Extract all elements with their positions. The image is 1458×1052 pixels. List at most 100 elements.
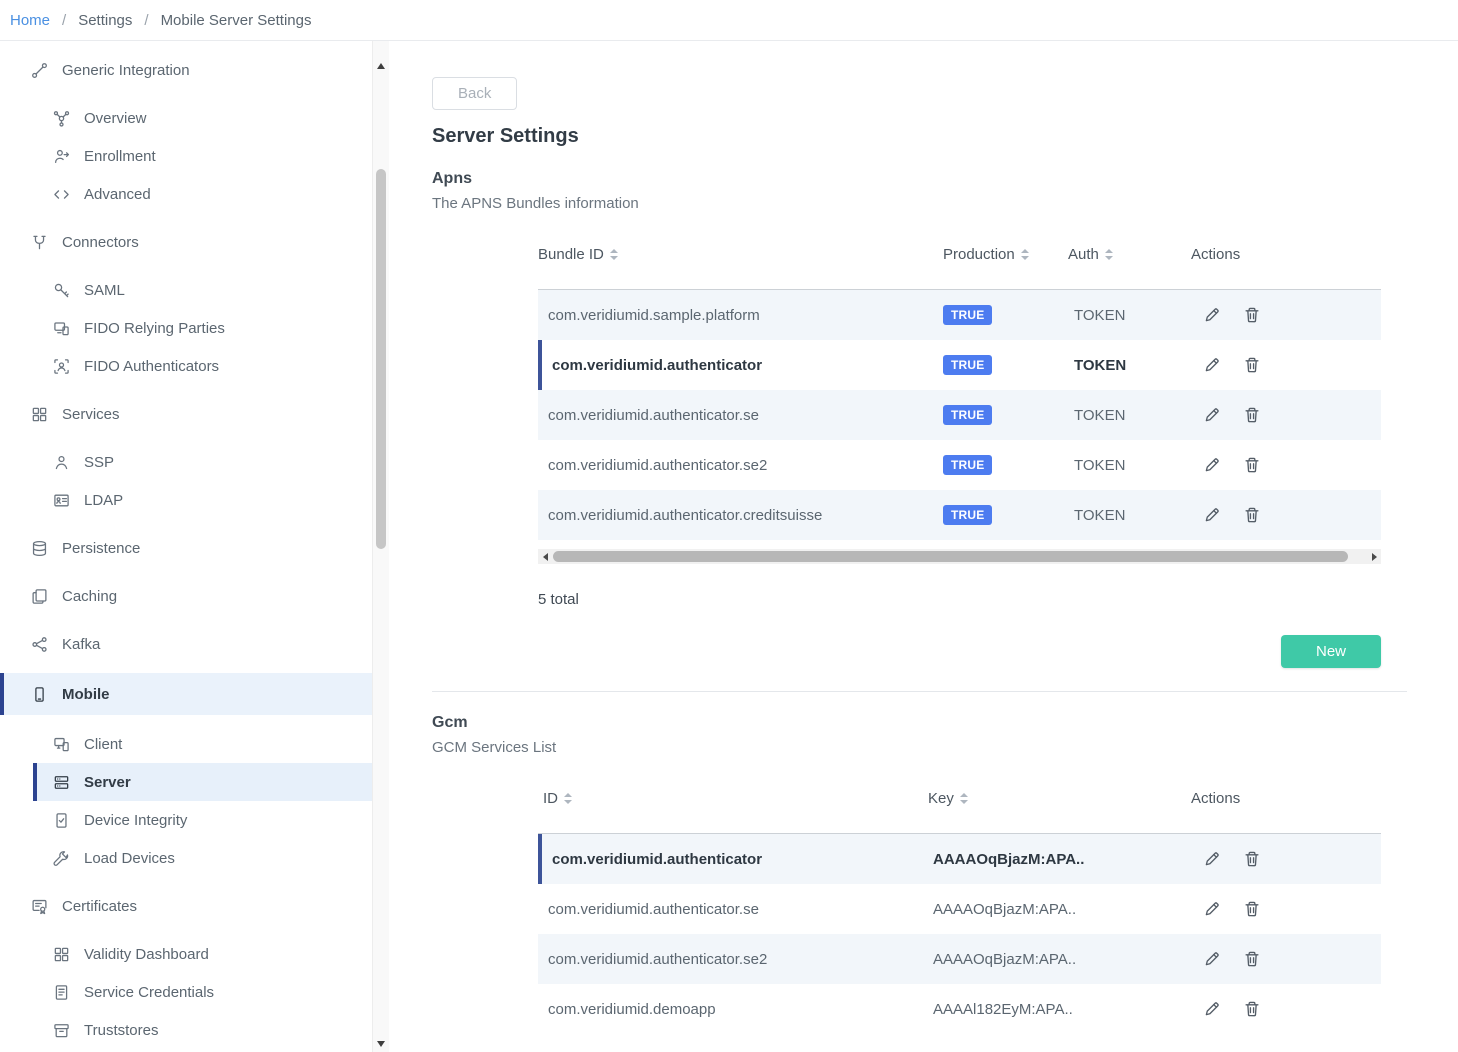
production-cell: TRUE (943, 355, 1068, 375)
sidebar-item-label: Device Integrity (84, 812, 187, 829)
breadcrumb-home-link[interactable]: Home (10, 12, 50, 29)
sidebar-item-fido-authenticators[interactable]: FIDO Authenticators (0, 347, 372, 385)
connectors-icon (30, 234, 48, 251)
sidebar-item-ldap[interactable]: LDAP (0, 481, 372, 519)
sidebar-item-ssp[interactable]: SSP (0, 443, 372, 481)
edit-icon[interactable] (1203, 506, 1221, 524)
sidebar-item-label: Load Devices (84, 850, 175, 867)
edit-icon[interactable] (1203, 356, 1221, 374)
sidebar-item-generic-integration[interactable]: Generic Integration (0, 51, 372, 89)
gcm-table-row[interactable]: com.veridiumid.authenticatorAAAAOqBjazM:… (538, 834, 1381, 884)
sidebar-item-connectors[interactable]: Connectors (0, 223, 372, 261)
edit-icon[interactable] (1203, 950, 1221, 968)
production-badge: TRUE (943, 305, 992, 325)
sidebar-item-validity-dashboard[interactable]: Validity Dashboard (0, 935, 372, 973)
gcm-table: IDKeyActions com.veridiumid.authenticato… (538, 778, 1381, 1034)
sidebar-item-persistence[interactable]: Persistence (0, 529, 372, 567)
apns-table-row[interactable]: com.veridiumid.authenticator.seTRUETOKEN (538, 390, 1381, 440)
delete-icon[interactable] (1243, 850, 1261, 868)
actions-cell (1191, 456, 1381, 474)
sidebar-item-device-integrity[interactable]: Device Integrity (0, 801, 372, 839)
edit-icon[interactable] (1203, 1000, 1221, 1018)
nodes-icon (30, 636, 48, 653)
column-header-key[interactable]: Key (928, 790, 1191, 807)
enrollment-icon (52, 148, 70, 165)
sidebar-item-saml[interactable]: SAML (0, 271, 372, 309)
sidebar-item-kafka[interactable]: Kafka (0, 625, 372, 663)
sidebar-item-enrollment[interactable]: Enrollment (0, 137, 372, 175)
breadcrumb-separator: / (144, 12, 148, 29)
scroll-down-icon[interactable] (377, 1041, 385, 1047)
production-cell: TRUE (943, 505, 1068, 525)
delete-icon[interactable] (1243, 950, 1261, 968)
column-header-id[interactable]: ID (538, 790, 928, 807)
gcm-table-row[interactable]: com.veridiumid.authenticator.se2AAAAOqBj… (538, 934, 1381, 984)
mobile-icon (30, 686, 48, 703)
column-header-bundle-id[interactable]: Bundle ID (538, 246, 943, 263)
sidebar-item-truststores[interactable]: Truststores (0, 1011, 372, 1049)
section-divider (432, 691, 1407, 692)
gcm-table-row[interactable]: com.veridiumid.authenticator.seAAAAOqBja… (538, 884, 1381, 934)
production-cell: TRUE (943, 455, 1068, 475)
apns-table-row[interactable]: com.veridiumid.authenticator.se2TRUETOKE… (538, 440, 1381, 490)
apns-horizontal-scrollbar[interactable] (538, 549, 1381, 564)
sidebar-item-label: SSP (84, 454, 114, 471)
sidebar-item-fido-relying-parties[interactable]: FIDO Relying Parties (0, 309, 372, 347)
sidebar: Generic Integration OverviewEnrollmentAdv… (0, 41, 372, 1052)
sidebar-item-certificates[interactable]: Certificates (0, 887, 372, 925)
edit-icon[interactable] (1203, 406, 1221, 424)
production-badge: TRUE (943, 505, 992, 525)
production-badge: TRUE (943, 355, 992, 375)
column-header-auth[interactable]: Auth (1068, 246, 1191, 263)
gcm-section-title: Gcm (432, 714, 1407, 732)
sidebar-item-services[interactable]: Services (0, 395, 372, 433)
new-button[interactable]: New (1281, 635, 1381, 668)
sidebar-item-label: Persistence (62, 540, 140, 557)
sidebar-item-load-devices[interactable]: Load Devices (0, 839, 372, 877)
apns-section-subtitle: The APNS Bundles information (432, 195, 1407, 212)
sidebar-item-mobile[interactable]: Mobile (0, 673, 372, 715)
delete-icon[interactable] (1243, 356, 1261, 374)
sidebar-item-client[interactable]: Client (0, 725, 372, 763)
sidebar-item-overview[interactable]: Overview (0, 99, 372, 137)
sidebar-item-service-credentials[interactable]: Service Credentials (0, 973, 372, 1011)
sidebar-scrollbar-thumb[interactable] (376, 169, 386, 549)
delete-icon[interactable] (1243, 456, 1261, 474)
client-devices-icon (52, 736, 70, 753)
actions-cell (1191, 506, 1381, 524)
column-header-production[interactable]: Production (943, 246, 1068, 263)
sidebar-item-advanced[interactable]: Advanced (0, 175, 372, 213)
scrollbar-thumb[interactable] (553, 551, 1348, 562)
delete-icon[interactable] (1243, 1000, 1261, 1018)
code-icon (52, 186, 70, 203)
delete-icon[interactable] (1243, 900, 1261, 918)
edit-icon[interactable] (1203, 306, 1221, 324)
sidebar-item-label: Server (84, 774, 131, 791)
delete-icon[interactable] (1243, 406, 1261, 424)
scroll-right-icon[interactable] (1367, 549, 1381, 564)
sort-icon (1021, 249, 1029, 260)
actions-cell (1191, 356, 1381, 374)
delete-icon[interactable] (1243, 306, 1261, 324)
edit-icon[interactable] (1203, 900, 1221, 918)
scroll-left-icon[interactable] (538, 549, 552, 564)
page-title: Server Settings (432, 125, 1407, 148)
scrollbar-track[interactable] (552, 549, 1367, 564)
edit-icon[interactable] (1203, 456, 1221, 474)
gcm-table-row[interactable]: com.veridiumid.demoappAAAAl182EyM:APA.. (538, 984, 1381, 1034)
apns-table-row[interactable]: com.veridiumid.authenticatorTRUETOKEN (538, 340, 1381, 390)
sidebar-scrollbar[interactable] (372, 41, 389, 1052)
gcm-id-cell: com.veridiumid.demoapp (538, 1001, 928, 1018)
scroll-up-icon[interactable] (377, 63, 385, 69)
apns-table-row[interactable]: com.veridiumid.sample.platformTRUETOKEN (538, 290, 1381, 340)
sidebar-item-server[interactable]: Server (33, 763, 372, 801)
breadcrumb-settings-link[interactable]: Settings (78, 12, 132, 29)
edit-icon[interactable] (1203, 850, 1221, 868)
apns-table-row[interactable]: com.veridiumid.authenticator.creditsuiss… (538, 490, 1381, 540)
back-button[interactable]: Back (432, 77, 517, 110)
sidebar-item-caching[interactable]: Caching (0, 577, 372, 615)
delete-icon[interactable] (1243, 506, 1261, 524)
bundle-id-cell: com.veridiumid.authenticator.creditsuiss… (538, 507, 943, 524)
column-label: Actions (1191, 790, 1240, 807)
bundle-id-cell: com.veridiumid.sample.platform (538, 307, 943, 324)
